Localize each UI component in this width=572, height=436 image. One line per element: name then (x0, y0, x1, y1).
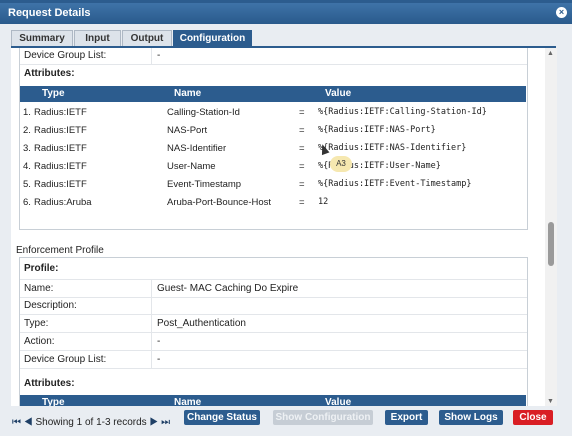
window-title: Request Details (8, 7, 91, 19)
row-divider (151, 351, 152, 368)
header-value: Value (325, 88, 352, 99)
attribute-type: Radius:IETF (34, 161, 87, 172)
configuration-content: Device Group List: - Attributes: Type Na… (11, 48, 545, 406)
device-group-value: - (157, 50, 161, 61)
field-key: Device Group List: (24, 354, 107, 365)
equals-sign: = (299, 197, 305, 208)
tab-configuration[interactable]: Configuration (173, 30, 252, 46)
attribute-name: NAS-Identifier (167, 143, 227, 154)
change-status-button[interactable]: Change Status (184, 410, 260, 425)
service-attributes-panel: Device Group List: - Attributes: Type Na… (19, 48, 528, 230)
profile-attributes-label: Attributes: (24, 378, 75, 389)
first-page-icon[interactable]: ⏮ (12, 417, 21, 428)
title-bar: Request Details × (0, 3, 572, 24)
enforcement-profile-title: Enforcement Profile (16, 245, 104, 256)
attribute-type: Radius:IETF (34, 125, 87, 136)
field-key: Description: (24, 300, 77, 311)
equals-sign: = (299, 161, 305, 172)
row-divider (151, 280, 152, 297)
row-number: 5. (23, 179, 31, 190)
vertical-scrollbar[interactable]: ▲ ▼ (545, 48, 557, 406)
field-key: Action: (24, 336, 55, 347)
attribute-name: Event-Timestamp (167, 179, 242, 190)
device-group-row: Device Group List: - (20, 48, 527, 65)
header-name: Name (174, 88, 202, 99)
pager: ⏮ ◀ Showing 1 of 1-3 records ▶ ⏭ (12, 417, 170, 428)
attribute-value: %{Radius:IETF:NAS-Identifier} (318, 143, 467, 153)
row-divider (151, 333, 152, 350)
profile-type-row: Type: Post_Authentication (20, 315, 527, 333)
attribute-row: 3. Radius:IETF NAS-Identifier = %{Radius… (20, 139, 526, 157)
attribute-type: Radius:Aruba (34, 197, 92, 208)
attribute-row: 1. Radius:IETF Calling-Station-Id = %{Ra… (20, 103, 526, 121)
attribute-name: Aruba-Port-Bounce-Host (167, 197, 272, 208)
profile-name-row: Name: Guest- MAC Caching Do Expire (20, 279, 527, 298)
field-value: Post_Authentication (157, 318, 246, 329)
header-type: Type (42, 397, 65, 406)
row-number: 3. (23, 143, 31, 154)
attribute-name: Calling-Station-Id (167, 107, 240, 118)
attribute-type: Radius:IETF (34, 143, 87, 154)
device-group-label: Device Group List: (24, 50, 107, 61)
cursor-tooltip: A3 (330, 156, 352, 172)
attribute-value: %{Radius:IETF:Event-Timestamp} (318, 179, 472, 189)
profile-action-row: Action: - (20, 333, 527, 351)
attribute-name: User-Name (167, 161, 216, 172)
attributes-label: Attributes: (24, 68, 75, 79)
row-number: 2. (23, 125, 31, 136)
attributes-table-header: Type Name Value (20, 86, 526, 102)
attribute-value: %{Radius:IETF:NAS-Port} (318, 125, 436, 135)
show-logs-button[interactable]: Show Logs (439, 410, 503, 425)
pager-text: Showing 1 of 1-3 records (35, 417, 147, 428)
row-number: 4. (23, 161, 31, 172)
scroll-down-icon[interactable]: ▼ (547, 398, 554, 405)
tab-output[interactable]: Output (122, 30, 172, 46)
prev-page-icon[interactable]: ◀ (24, 417, 33, 428)
show-configuration-button[interactable]: Show Configuration (273, 410, 373, 425)
next-page-icon[interactable]: ▶ (149, 417, 158, 428)
tab-input[interactable]: Input (74, 30, 121, 46)
profile-label: Profile: (24, 263, 59, 274)
header-name: Name (174, 397, 202, 406)
equals-sign: = (299, 107, 305, 118)
scrollbar-thumb[interactable] (548, 222, 554, 266)
attribute-value: 12 (318, 197, 329, 207)
header-value: Value (325, 397, 352, 406)
scroll-up-icon[interactable]: ▲ (547, 50, 554, 57)
attribute-type: Radius:IETF (34, 107, 87, 118)
attribute-row: 2. Radius:IETF NAS-Port = %{Radius:IETF:… (20, 121, 526, 139)
attribute-row: 6. Radius:Aruba Aruba-Port-Bounce-Host =… (20, 193, 526, 211)
attribute-name: NAS-Port (167, 125, 208, 136)
attribute-type: Radius:IETF (34, 179, 87, 190)
profile-device-group-row: Device Group List: - (20, 351, 527, 369)
profile-description-row: Description: (20, 297, 527, 315)
tab-summary[interactable]: Summary (11, 30, 73, 46)
header-type: Type (42, 88, 65, 99)
field-value: Guest- MAC Caching Do Expire (157, 283, 299, 294)
field-key: Type: (24, 318, 49, 329)
enforcement-profile-panel: Profile: Name: Guest- MAC Caching Do Exp… (19, 257, 528, 406)
row-divider (151, 315, 152, 332)
row-divider (151, 48, 152, 64)
equals-sign: = (299, 143, 305, 154)
profile-attributes-table-header: Type Name Value (20, 395, 526, 406)
close-button[interactable]: Close (513, 410, 553, 425)
close-icon[interactable]: × (556, 7, 567, 18)
equals-sign: = (299, 179, 305, 190)
attribute-row: 5. Radius:IETF Event-Timestamp = %{Radiu… (20, 175, 526, 193)
row-number: 6. (23, 197, 31, 208)
row-number: 1. (23, 107, 31, 118)
export-button[interactable]: Export (385, 410, 428, 425)
last-page-icon[interactable]: ⏭ (161, 417, 170, 428)
attribute-value: %{Radius:IETF:Calling-Station-Id} (318, 107, 487, 117)
field-value: - (157, 354, 161, 365)
field-key: Name: (24, 283, 54, 294)
attribute-row: 4. Radius:IETF User-Name = %{Radius:IETF… (20, 157, 526, 175)
row-divider (151, 297, 152, 314)
equals-sign: = (299, 125, 305, 136)
field-value: - (157, 336, 161, 347)
